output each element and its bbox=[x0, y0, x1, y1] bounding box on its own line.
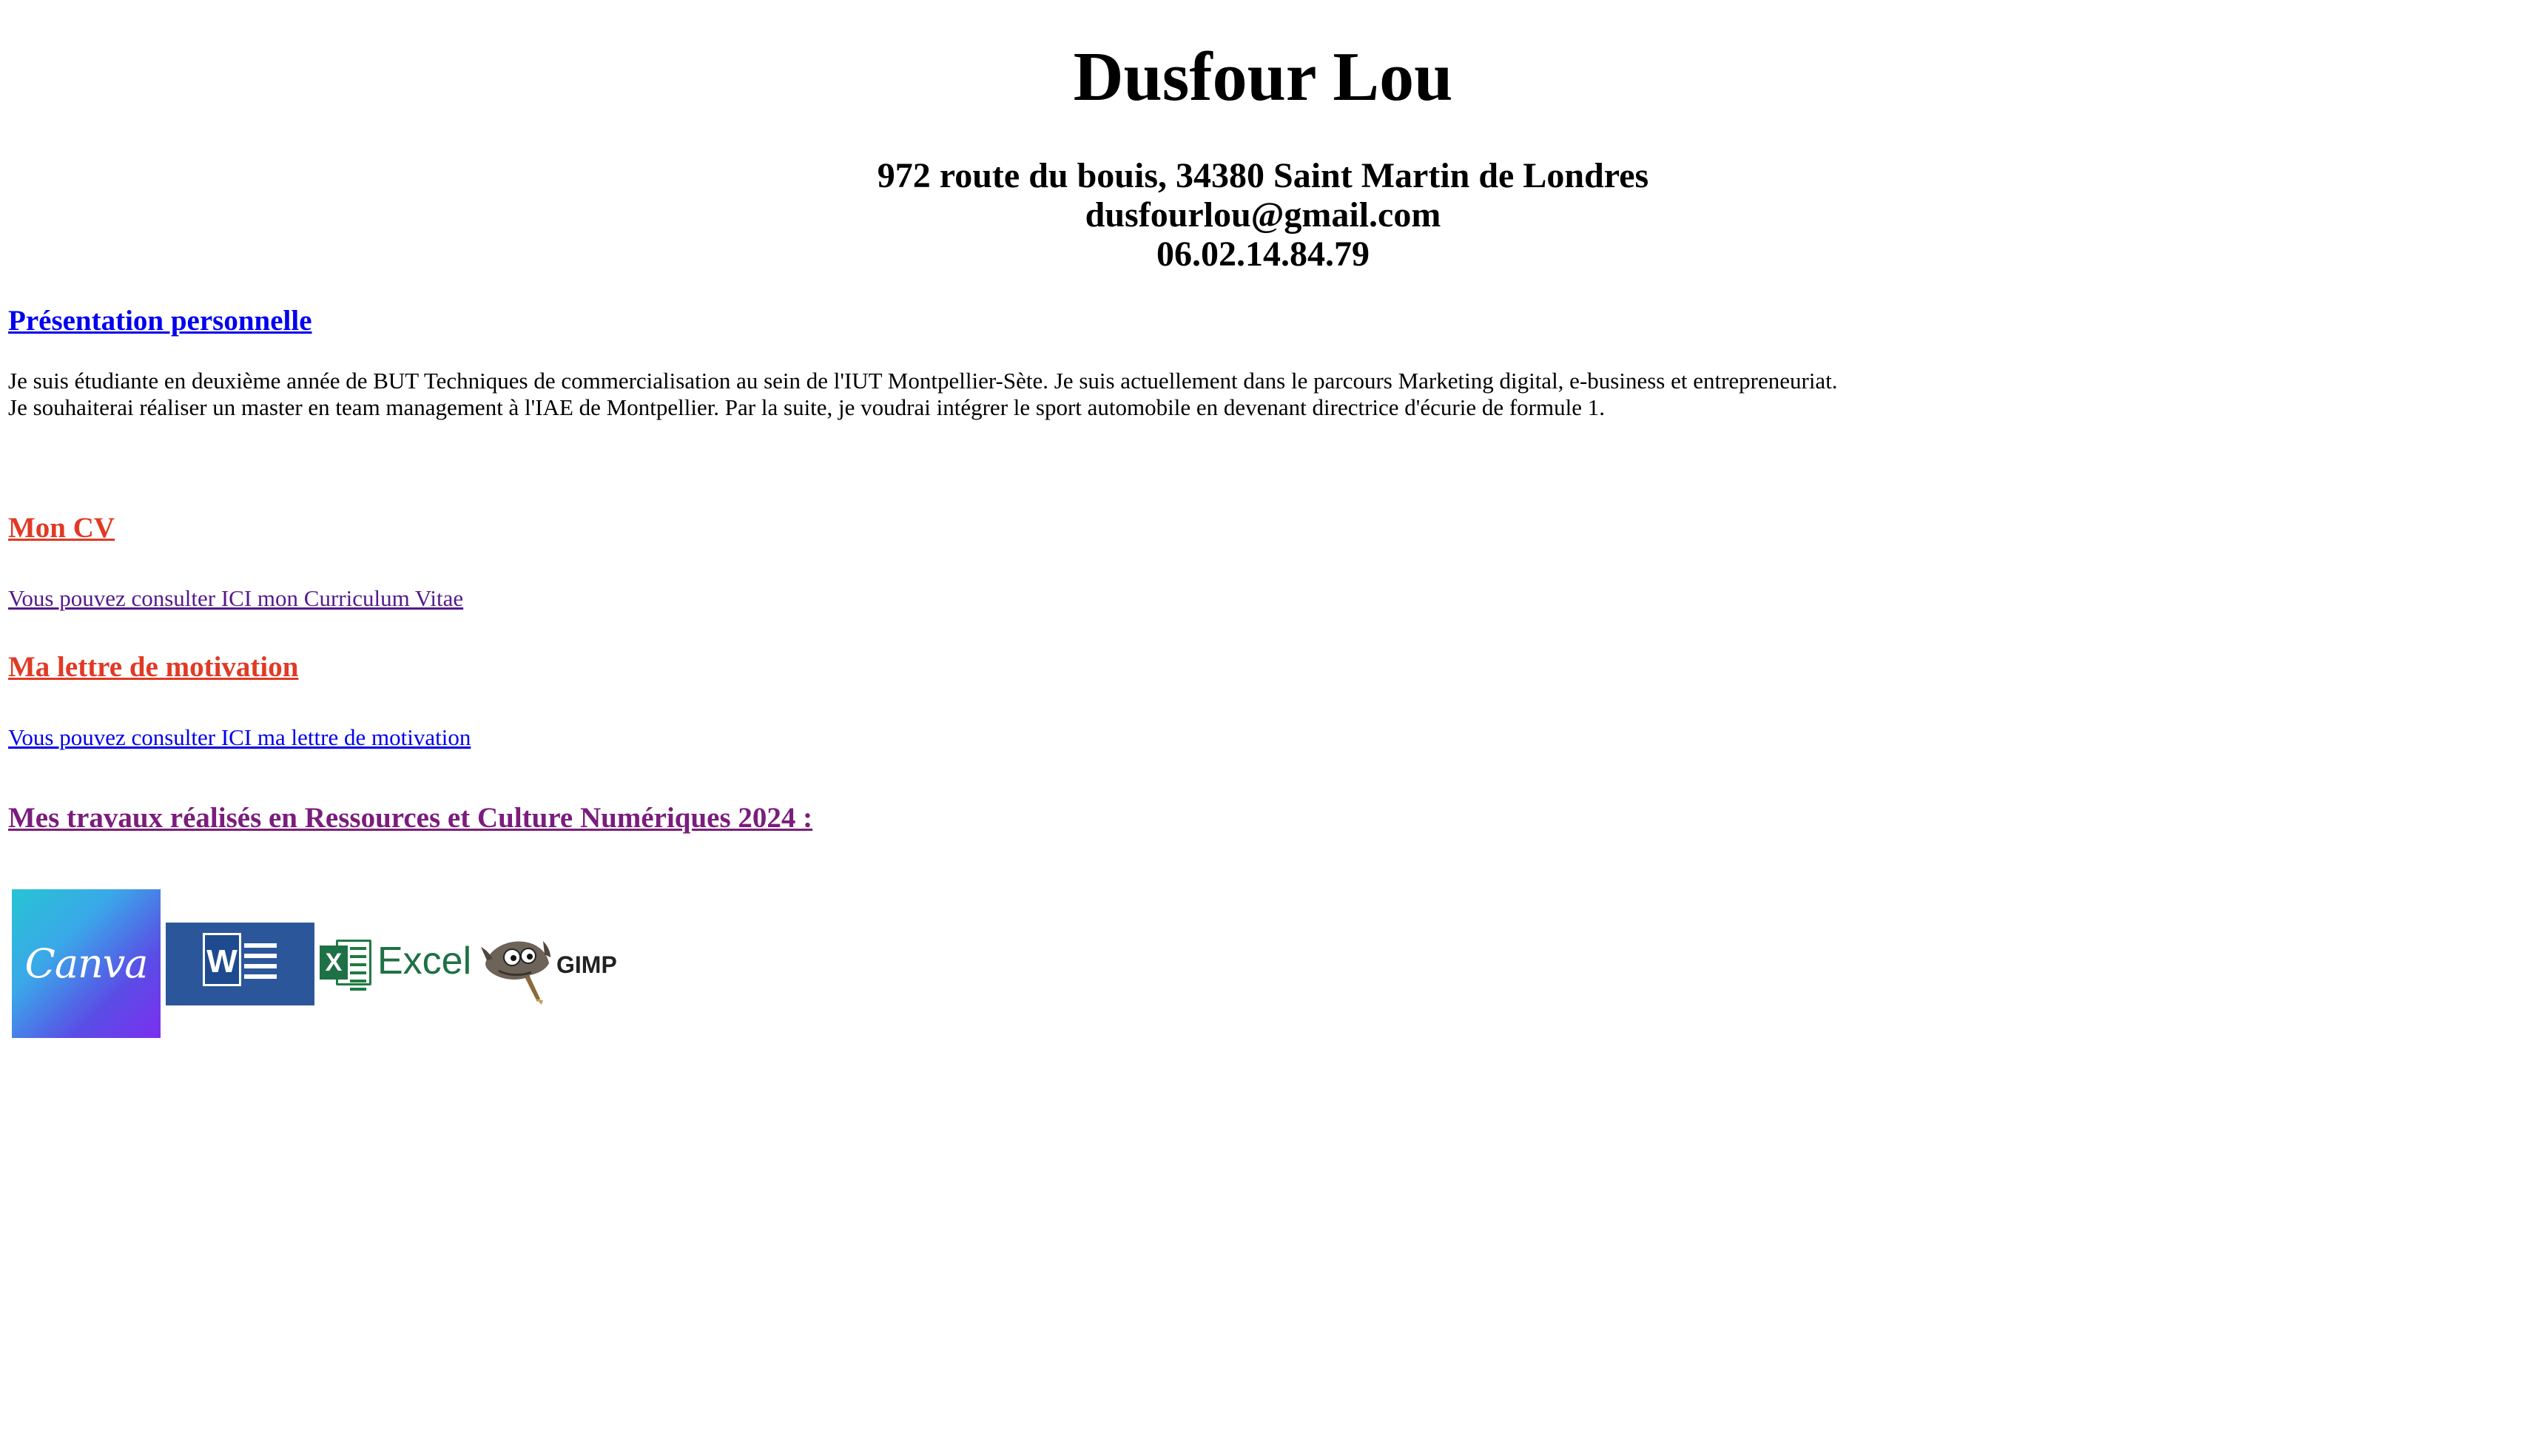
page-title: Dusfour Lou bbox=[1073, 38, 1453, 115]
address-text: 972 route du bouis, 34380 Saint Martin d… bbox=[877, 156, 1649, 195]
word-logo-icon[interactable]: W bbox=[166, 923, 314, 1005]
gimp-logo-text: GIMP bbox=[556, 951, 617, 978]
gimp-logo-icon[interactable]: GIMP bbox=[476, 925, 624, 1006]
cv-heading-link[interactable]: Mon CV bbox=[8, 510, 115, 546]
excel-logo-icon[interactable]: X Excel bbox=[320, 934, 484, 993]
page: Dusfour Lou 972 route du bouis, 34380 Sa… bbox=[0, 0, 2526, 1456]
word-lines-icon bbox=[244, 943, 277, 985]
word-letter-badge: W bbox=[203, 933, 241, 986]
presentation-paragraph: Je suis étudiante en deuxième année de B… bbox=[8, 368, 2450, 421]
presentation-line-2: Je souhaiterai réaliser un master en tea… bbox=[8, 394, 1605, 420]
contact-block: 972 route du bouis, 34380 Saint Martin d… bbox=[0, 156, 2526, 274]
cv-link[interactable]: Vous pouvez consulter ICI mon Curriculum… bbox=[8, 585, 463, 612]
lettre-link[interactable]: Vous pouvez consulter ICI ma lettre de m… bbox=[8, 724, 471, 751]
presentation-line-1: Je suis étudiante en deuxième année de B… bbox=[8, 368, 1838, 394]
canva-logo-icon[interactable]: Canva bbox=[12, 889, 161, 1038]
phone-text: 06.02.14.84.79 bbox=[1156, 235, 1370, 274]
excel-logo-text: Excel bbox=[377, 940, 472, 983]
email-text: dusfourlou@gmail.com bbox=[1085, 195, 1441, 235]
lettre-heading-link[interactable]: Ma lettre de motivation bbox=[8, 650, 298, 685]
travaux-heading-link[interactable]: Mes travaux réalisés en Ressources et Cu… bbox=[8, 801, 812, 836]
excel-sheet-icon: X bbox=[320, 937, 373, 991]
gimp-mascot-icon bbox=[481, 941, 550, 1005]
canva-logo-text: Canva bbox=[24, 940, 149, 987]
presentation-heading-link[interactable]: Présentation personnelle bbox=[8, 303, 312, 339]
